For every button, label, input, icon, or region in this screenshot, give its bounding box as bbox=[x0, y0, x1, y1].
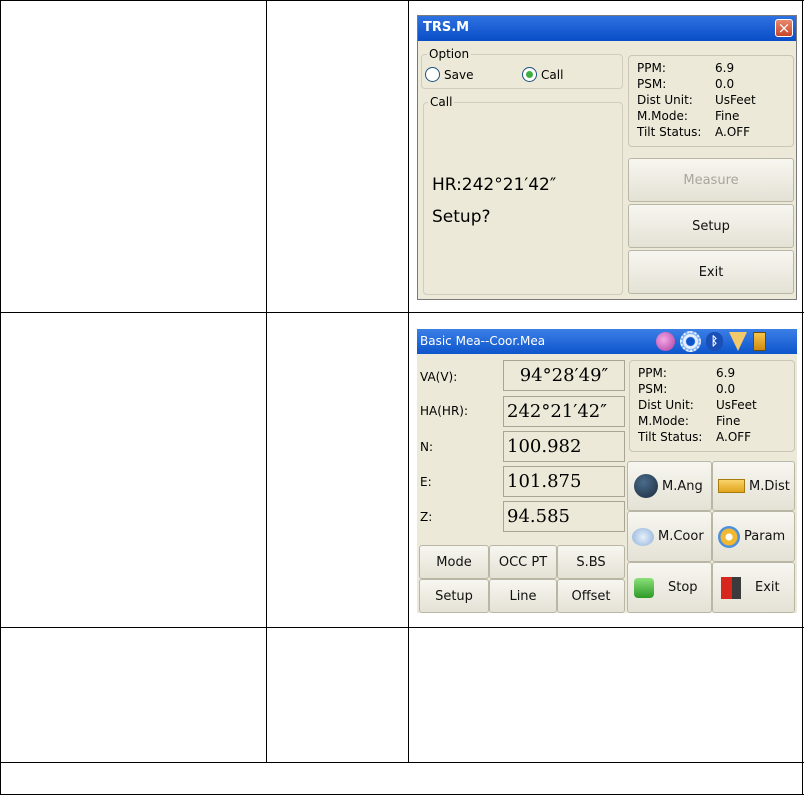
grid-border-right bbox=[802, 0, 803, 795]
m-ang-button[interactable]: M.Ang bbox=[627, 461, 712, 511]
signal-icon bbox=[729, 332, 747, 351]
grid-border-left bbox=[0, 0, 1, 795]
radio-checked-icon bbox=[522, 67, 537, 82]
exit-door-icon bbox=[721, 576, 741, 599]
battery-icon bbox=[753, 332, 766, 351]
grid-col-line-1 bbox=[266, 0, 267, 763]
exit-button[interactable]: Exit bbox=[628, 250, 794, 294]
trs-dialog: TRS.M × Option Save Call Call HR:242°21′… bbox=[417, 15, 797, 300]
stop-icon bbox=[634, 577, 654, 598]
stop-button[interactable]: Stop bbox=[627, 562, 712, 613]
gear-icon[interactable] bbox=[680, 331, 701, 352]
m-coor-button[interactable]: M.Coor bbox=[627, 511, 712, 562]
grid-border-bottom bbox=[0, 794, 804, 795]
radio-unchecked-icon bbox=[425, 67, 440, 82]
call-group: Call HR:242°21′42″ Setup? bbox=[423, 95, 623, 295]
grid-border-top bbox=[0, 0, 804, 1]
grid-row-line-1 bbox=[0, 312, 804, 313]
close-button[interactable]: × bbox=[775, 19, 793, 37]
gears-icon bbox=[718, 525, 740, 548]
occ-pt-button[interactable]: OCC PT bbox=[489, 545, 557, 579]
distance-icon bbox=[718, 479, 745, 493]
va-field: 94°28′49″ bbox=[503, 360, 625, 391]
e-field: 101.875 bbox=[503, 466, 625, 497]
bluetooth-icon[interactable]: ᛒ bbox=[706, 332, 723, 351]
measure-button[interactable]: Measure bbox=[628, 158, 794, 202]
coor-title: Basic Mea--Coor.Mea bbox=[420, 334, 546, 348]
setup-button[interactable]: Setup bbox=[419, 579, 489, 613]
hr-readout: HR:242°21′42″ bbox=[432, 175, 557, 195]
trs-title-bar: TRS.M × bbox=[418, 16, 796, 41]
grid-row-line-2 bbox=[0, 627, 804, 628]
s-bs-button[interactable]: S.BS bbox=[557, 545, 625, 579]
n-field: 100.982 bbox=[503, 431, 625, 462]
coor-title-bar: Basic Mea--Coor.Mea ᛒ bbox=[417, 329, 797, 354]
save-radio[interactable]: Save bbox=[425, 67, 473, 82]
param-button[interactable]: Param bbox=[712, 511, 795, 562]
field-label: E: bbox=[420, 475, 432, 489]
call-radio[interactable]: Call bbox=[522, 67, 563, 82]
field-label: VA(V): bbox=[420, 370, 458, 384]
status-panel: PPM: 6.9 PSM: 0.0 Dist Unit: UsFeet M.Mode:… bbox=[629, 360, 795, 452]
timer-icon bbox=[656, 332, 675, 351]
mode-button[interactable]: Mode bbox=[419, 545, 489, 579]
exit-button[interactable]: Exit bbox=[712, 562, 795, 613]
m-dist-button[interactable]: M.Dist bbox=[712, 461, 795, 511]
option-legend: Option bbox=[427, 47, 472, 61]
angle-icon bbox=[634, 474, 658, 498]
field-label: HA(HR): bbox=[420, 404, 468, 418]
line-button[interactable]: Line bbox=[489, 579, 557, 613]
field-label: N: bbox=[420, 440, 434, 454]
coor-mea-dialog: Basic Mea--Coor.Mea ᛒ VA(V): 94°28′49″ H… bbox=[417, 329, 797, 613]
offset-button[interactable]: Offset bbox=[557, 579, 625, 613]
grid-col-line-2 bbox=[408, 0, 409, 763]
call-radio-label: Call bbox=[541, 67, 564, 82]
z-field: 94.585 bbox=[503, 501, 625, 532]
close-icon: × bbox=[777, 19, 791, 37]
option-group: Option Save Call bbox=[421, 47, 623, 89]
trs-title: TRS.M bbox=[423, 20, 470, 35]
fields-area: VA(V): 94°28′49″ HA(HR): 242°21′42″ N: 1… bbox=[417, 358, 627, 543]
setup-button[interactable]: Setup bbox=[628, 204, 794, 248]
coordinate-icon bbox=[632, 527, 654, 546]
call-legend: Call bbox=[428, 95, 455, 109]
field-label: Z: bbox=[420, 510, 433, 524]
setup-question: Setup? bbox=[432, 207, 491, 227]
grid-row-line-3 bbox=[0, 762, 804, 763]
status-panel: PPM: 6.9 PSM: 0.0 Dist Unit: UsFeet M.Mode:… bbox=[628, 55, 794, 147]
save-radio-label: Save bbox=[444, 67, 474, 82]
ha-field: 242°21′42″ bbox=[503, 396, 625, 427]
